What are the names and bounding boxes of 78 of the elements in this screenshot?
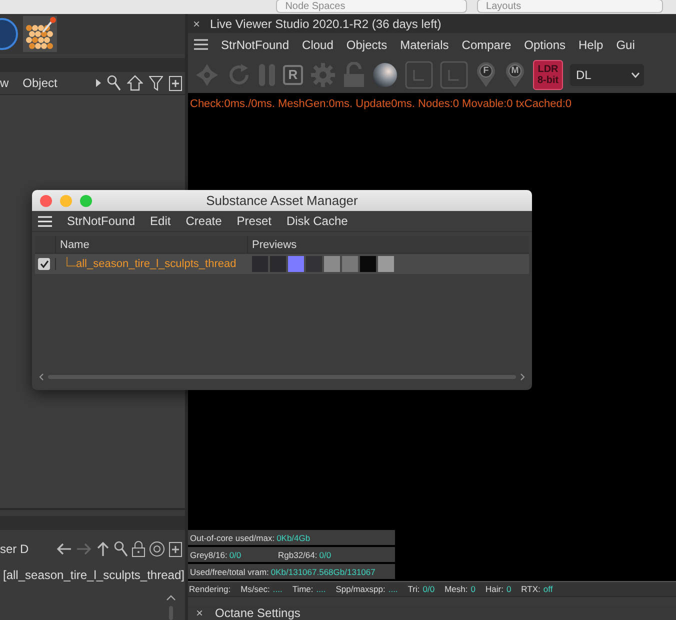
status-label: Mesh: [444,584,468,594]
circle-logo-icon [0,16,20,52]
triangle-right-icon[interactable] [96,79,101,87]
status-value: 0 [506,584,512,594]
menu-label[interactable]: w [0,76,9,90]
menu-item[interactable]: Objects [346,38,388,52]
menu-label[interactable]: Object [22,76,58,90]
sphere-icon[interactable] [372,62,398,88]
map-pin-icon [505,62,525,88]
path-label: ser D [0,542,29,556]
mode-dropdown[interactable]: DL [570,64,644,86]
status-label: Hair: [485,584,504,594]
close-button[interactable] [40,194,52,206]
menu-item[interactable]: Preset [236,214,272,228]
status-label: Time: [292,584,314,594]
map-pin-icon [476,62,496,88]
menu-item[interactable]: Materials [400,38,449,52]
status-value: 0 [470,584,476,594]
status-value: .... [388,584,398,594]
search-icon[interactable] [107,75,121,91]
menu-item[interactable]: Compare [462,38,512,52]
status-value: .... [316,584,326,594]
stat-value: 0/0 [319,550,332,560]
column-header[interactable]: Name [60,238,90,250]
window-title: Substance Asset Manager [206,193,358,208]
chevron-right-icon[interactable] [520,373,525,381]
menu-item[interactable]: Options [524,38,566,52]
chevron-down-icon [631,72,640,78]
stat-value: 0Kb/4Gb [276,532,310,542]
stat-label: Rgb32/64: [278,550,318,560]
column-header[interactable]: Previews [252,238,297,250]
menu-item[interactable]: Disk Cache [286,214,348,228]
pin-marker-button[interactable]: M [504,62,526,88]
table-row[interactable]: all_season_tire_l_sculpts_thread [35,254,529,274]
render-region-button[interactable]: R [283,64,303,84]
menu-item[interactable]: Help [578,38,604,52]
status-label: Ms/sec: [240,584,270,594]
add-icon[interactable] [169,542,182,556]
collapse-button[interactable]: × [196,606,204,620]
pin-marker-button[interactable]: F [475,62,497,88]
search-icon[interactable] [114,541,128,557]
menu-item[interactable]: StrNotFound [221,38,290,52]
status-label: Tri: [408,584,420,594]
status-label: Spp/maxspp: [336,584,386,594]
chevron-left-icon[interactable] [39,373,44,381]
browser-item[interactable]: [all_season_tire_l_sculpts_thread] [3,568,184,582]
status-label: RTX: [521,584,540,594]
render-stats: Check:0ms./0ms. MeshGen:0ms. Update0ms. Nodes:0 Movable:0 txCached:0 [190,98,573,110]
paint-tool-icon[interactable] [23,16,57,52]
stat-label: Grey8/16: [190,550,228,560]
stat-value: 0Kb/131067.568Gb/131067 [270,566,376,576]
status-label: Rendering: [189,584,231,594]
menu-item[interactable]: StrNotFound [67,214,136,228]
home-icon[interactable] [127,75,143,91]
arrow-up-icon[interactable] [96,541,110,557]
menu-item[interactable]: Edit [150,214,171,228]
checkmark-icon [40,260,48,268]
status-value: .... [272,584,282,594]
checkbox[interactable] [38,258,50,270]
arrow-left-icon[interactable] [56,542,72,556]
asset-name: all_season_tire_l_sculpts_thread [76,258,236,270]
stat-value: 0/0 [229,550,242,560]
menu-item[interactable]: Gui [616,38,635,52]
status-value: 0/0 [422,584,435,594]
filter-icon[interactable] [149,76,163,90]
stat-label: Used/free/total vram: [190,566,269,576]
menu-item[interactable]: Create [186,214,222,228]
scroll-up-icon[interactable] [165,594,177,620]
menu-icon[interactable] [194,39,208,50]
window-title: Live Viewer Studio 2020.1-R2 (36 days left) [210,17,442,31]
add-icon[interactable] [169,76,182,90]
stat-label: Out-of-core used/max: [190,532,275,542]
status-value: off [543,584,553,594]
lock-icon[interactable] [132,541,145,557]
close-button[interactable]: × [193,17,200,31]
menu-item[interactable]: Cloud [302,38,334,52]
target-icon[interactable] [149,541,165,557]
panel-title: Octane Settings [215,606,300,620]
